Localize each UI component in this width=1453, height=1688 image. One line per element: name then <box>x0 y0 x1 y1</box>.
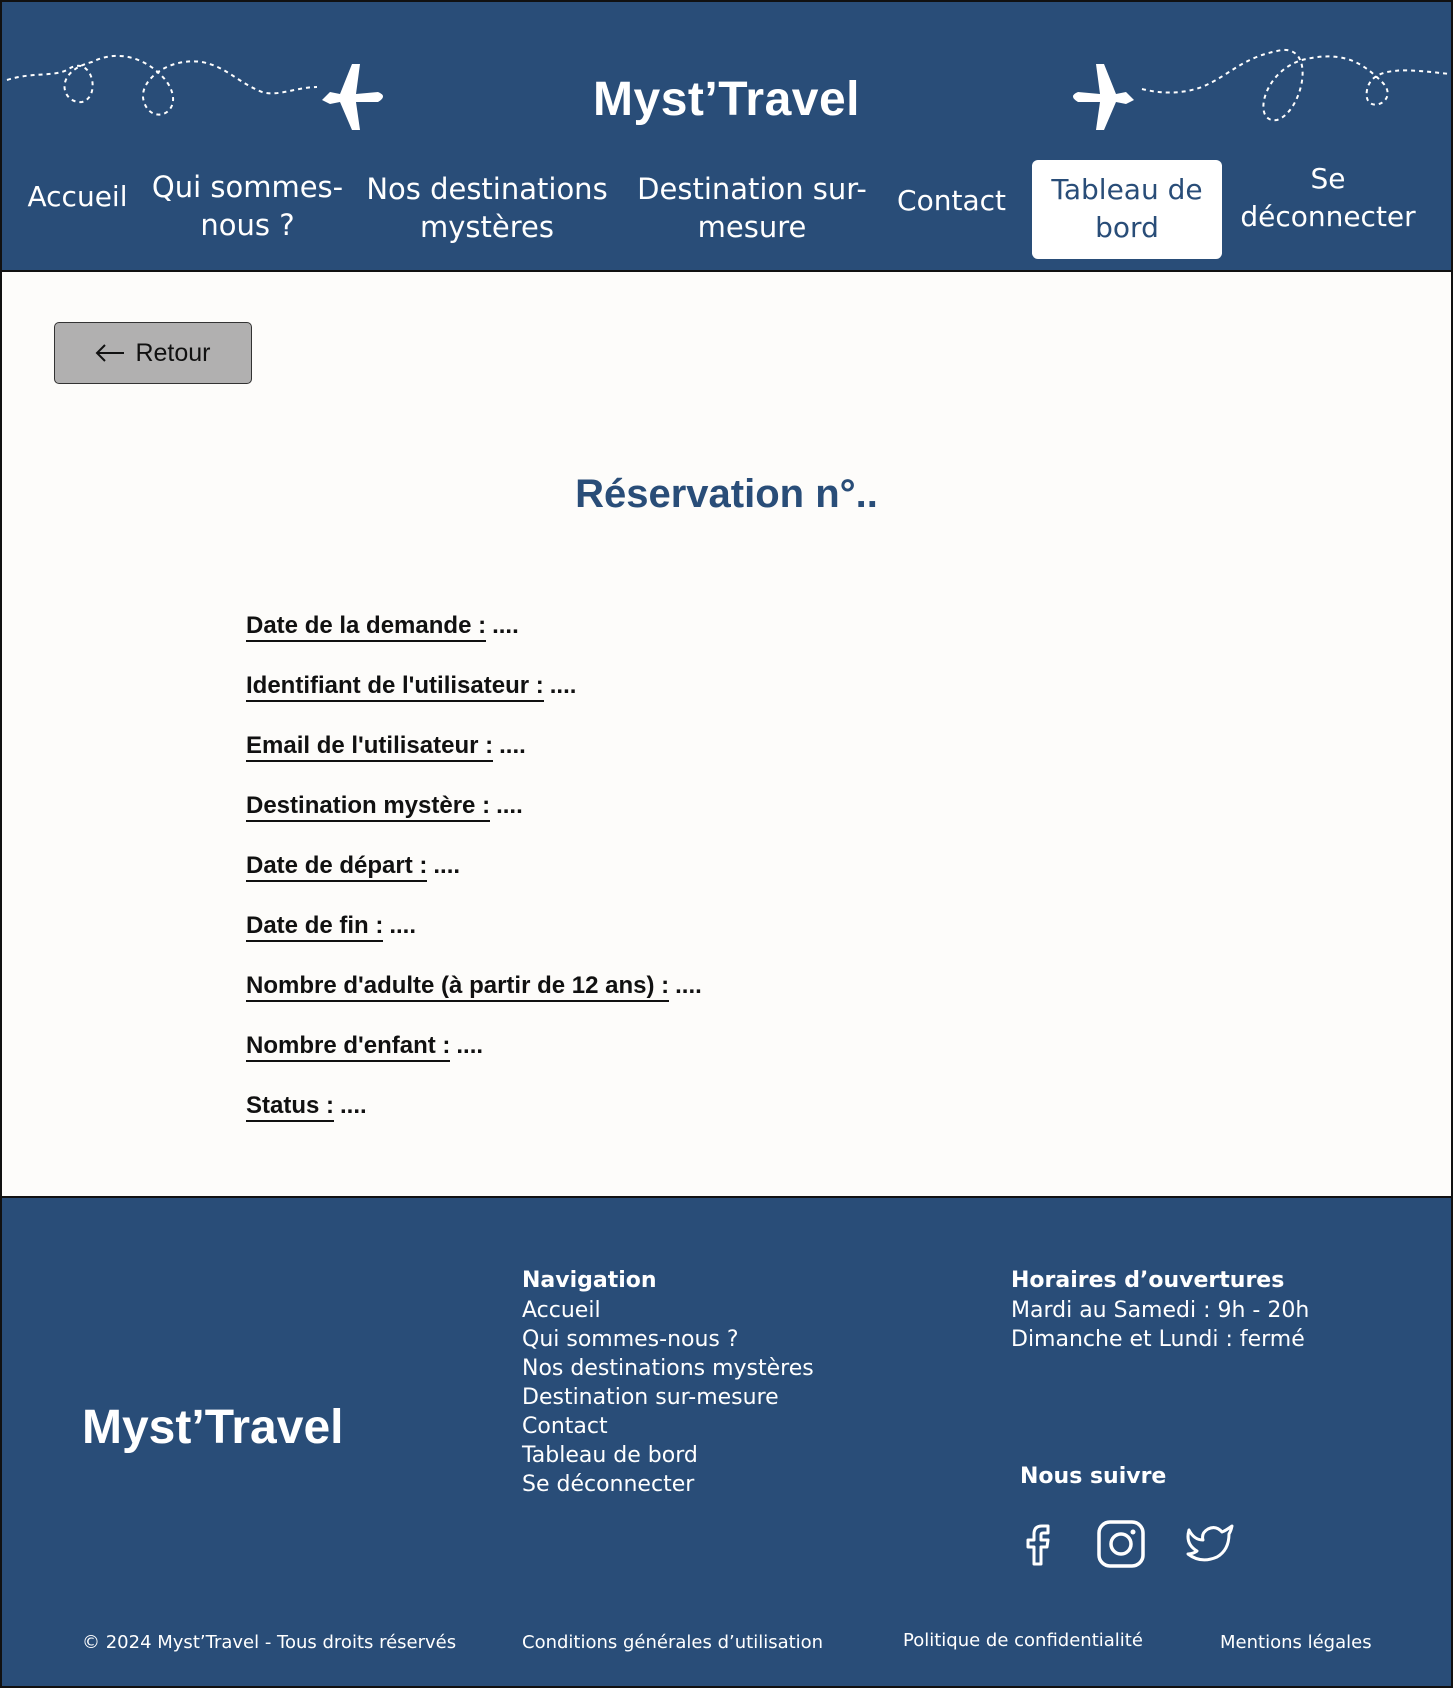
footer-copyright: © 2024 Myst’Travel - Tous droits réservé… <box>82 1632 457 1653</box>
field-email: Email de l'utilisateur :.... <box>246 732 526 762</box>
footer-follow-title: Nous suivre <box>1020 1464 1167 1489</box>
footer-hours-line: Dimanche et Lundi : fermé <box>1011 1327 1305 1352</box>
field-date-depart: Date de départ :.... <box>246 852 461 882</box>
field-label: Nombre d'adulte (à partir de 12 ans) : <box>246 972 670 1002</box>
nav-item-se-deconnecter[interactable]: Se déconnecter <box>1238 160 1418 236</box>
field-nombre-enfant: Nombre d'enfant :.... <box>246 1032 484 1062</box>
footer-link-terms[interactable]: Conditions générales d’utilisation <box>522 1632 823 1653</box>
field-value: .... <box>549 672 577 699</box>
arrow-left-icon <box>96 344 125 362</box>
field-label: Date de fin : <box>246 912 384 942</box>
footer-link-qui-sommes-nous[interactable]: Qui sommes-nous ? <box>522 1325 739 1354</box>
footer-link-tableau-de-bord[interactable]: Tableau de bord <box>522 1441 698 1470</box>
field-label: Date de départ : <box>246 852 428 882</box>
field-identifiant: Identifiant de l'utilisateur :.... <box>246 672 577 702</box>
field-nombre-adulte: Nombre d'adulte (à partir de 12 ans) :..… <box>246 972 702 1002</box>
field-date-fin: Date de fin :.... <box>246 912 417 942</box>
site-header: Myst’Travel Accueil Qui sommes-nous ? No… <box>2 2 1451 272</box>
field-value: .... <box>492 612 519 639</box>
nav-item-destination-sur-mesure[interactable]: Destination sur-mesure <box>632 170 872 246</box>
nav-item-nos-destinations[interactable]: Nos destinations mystères <box>362 170 612 246</box>
field-destination: Destination mystère :.... <box>246 792 523 822</box>
field-value: .... <box>340 1092 367 1119</box>
field-label: Status : <box>246 1092 335 1122</box>
nav-item-accueil[interactable]: Accueil <box>20 178 135 216</box>
nav-item-qui-sommes-nous[interactable]: Qui sommes-nous ? <box>150 168 345 244</box>
field-value: .... <box>675 972 702 999</box>
main-nav: Accueil Qui sommes-nous ? Nos destinatio… <box>2 2 1451 272</box>
field-value: .... <box>389 912 417 939</box>
footer-link-legal[interactable]: Mentions légales <box>1220 1632 1372 1653</box>
page-frame: Myst’Travel Accueil Qui sommes-nous ? No… <box>0 0 1453 1688</box>
field-label: Nombre d'enfant : <box>246 1032 451 1062</box>
footer-link-destination-sur-mesure[interactable]: Destination sur-mesure <box>522 1383 779 1412</box>
footer-navigation-title: Navigation <box>522 1268 657 1293</box>
field-label: Identifiant de l'utilisateur : <box>246 672 544 702</box>
field-label: Date de la demande : <box>246 612 487 642</box>
footer-link-contact[interactable]: Contact <box>522 1412 608 1441</box>
field-value: .... <box>496 792 523 819</box>
back-button-label: Retour <box>135 338 211 367</box>
field-value: .... <box>433 852 461 879</box>
field-label: Destination mystère : <box>246 792 491 822</box>
field-value: .... <box>456 1032 484 1059</box>
footer-link-privacy[interactable]: Politique de confidentialité <box>903 1630 1143 1651</box>
page-title: Réservation n°.. <box>575 472 878 516</box>
footer-link-nos-destinations[interactable]: Nos destinations mystères <box>522 1354 814 1383</box>
footer-link-se-deconnecter[interactable]: Se déconnecter <box>522 1470 694 1499</box>
main-content: Retour Réservation n°.. Date de la deman… <box>2 274 1451 1196</box>
footer-hours-title: Horaires d’ouvertures <box>1011 1268 1285 1293</box>
instagram-icon[interactable] <box>1095 1518 1147 1570</box>
field-value: .... <box>499 732 526 759</box>
facebook-icon[interactable] <box>1012 1518 1064 1570</box>
field-status: Status :.... <box>246 1092 367 1122</box>
field-label: Email de l'utilisateur : <box>246 732 494 762</box>
site-footer: Myst’Travel Navigation Accueil Qui somme… <box>2 1196 1451 1686</box>
back-button[interactable]: Retour <box>54 322 252 384</box>
nav-item-tableau-de-bord[interactable]: Tableau de bord <box>1032 160 1222 259</box>
twitter-icon[interactable] <box>1185 1518 1237 1570</box>
footer-brand: Myst’Travel <box>82 1401 344 1454</box>
field-date-demande: Date de la demande :.... <box>246 612 519 642</box>
footer-hours-line: Mardi au Samedi : 9h - 20h <box>1011 1298 1310 1323</box>
nav-item-contact[interactable]: Contact <box>894 182 1009 220</box>
footer-link-accueil[interactable]: Accueil <box>522 1296 601 1325</box>
